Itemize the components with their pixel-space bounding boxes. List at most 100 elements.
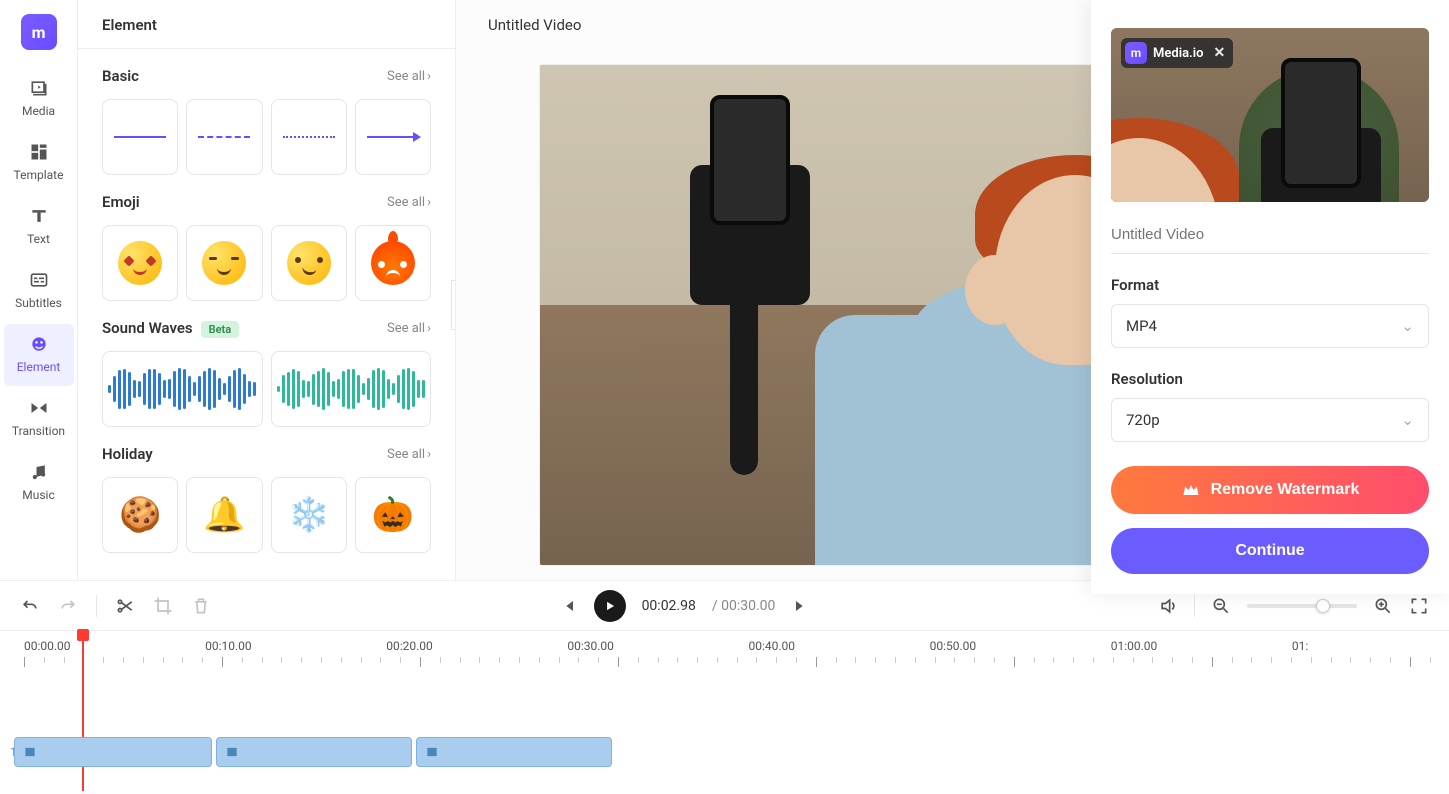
total-duration: 00:30.00 [721, 598, 775, 614]
sidebar-item-template[interactable]: Template [4, 132, 74, 194]
brand-name: Media.io [1153, 46, 1203, 61]
zoom-slider[interactable] [1247, 604, 1357, 608]
line-dashed-icon [198, 136, 250, 138]
resolution-select[interactable]: 720p ⌄ [1111, 398, 1429, 442]
section-sound-waves: Sound Waves Beta See all› [78, 301, 455, 427]
left-sidebar: m Media Template Text Subtitles [0, 0, 78, 580]
timeline-ruler[interactable]: 00:00.0000:10.0000:20.0000:30.0000:40.00… [0, 631, 1449, 667]
element-icon [29, 334, 49, 354]
element-emoji-angry[interactable] [355, 225, 431, 301]
ruler-label: 00:10.00 [181, 639, 362, 653]
template-icon [29, 142, 49, 162]
element-line-arrow[interactable] [355, 99, 431, 175]
sidebar-item-media[interactable]: Media [4, 68, 74, 130]
beta-badge: Beta [201, 321, 240, 338]
remove-watermark-button[interactable]: Remove Watermark [1111, 466, 1429, 514]
fit-button[interactable] [1409, 596, 1429, 616]
brand-logo-icon: m [1125, 42, 1147, 64]
next-frame-button[interactable] [791, 596, 811, 616]
see-all-emoji[interactable]: See all› [387, 195, 431, 210]
element-pumpkin[interactable]: 🎃 [355, 477, 431, 553]
transition-icon [29, 398, 49, 418]
element-gingerbread[interactable]: 🍪 [102, 477, 178, 553]
snowflake-icon: ❄️ [287, 495, 329, 535]
chevron-down-icon: ⌄ [1401, 317, 1414, 335]
watermark-chip: m Media.io ✕ [1121, 38, 1233, 68]
bell-icon: 🔔 [203, 495, 245, 535]
see-all-sound[interactable]: See all› [387, 321, 431, 336]
sidebar-item-text[interactable]: Text [4, 196, 74, 258]
sidebar-label: Template [14, 168, 64, 182]
element-snowflake[interactable]: ❄️ [271, 477, 347, 553]
emoji-angry-icon [371, 241, 415, 285]
export-title-input[interactable] [1111, 216, 1429, 254]
element-line-solid[interactable] [102, 99, 178, 175]
ruler-label: 00:00.00 [0, 639, 181, 653]
element-emoji-love[interactable] [102, 225, 178, 301]
current-time: 00:02.98 [642, 598, 696, 614]
chevron-down-icon: ⌄ [1401, 411, 1414, 429]
delete-button[interactable] [191, 596, 211, 616]
sidebar-item-element[interactable]: Element [4, 324, 74, 386]
image-clip-icon [225, 745, 239, 759]
resolution-label: Resolution [1111, 370, 1429, 388]
text-icon [29, 206, 49, 226]
element-wave-blue[interactable] [102, 351, 263, 427]
prev-frame-button[interactable] [558, 596, 578, 616]
volume-button[interactable] [1158, 596, 1178, 616]
media-icon [29, 78, 49, 98]
element-emoji-smirk[interactable] [186, 225, 262, 301]
chevron-right-icon: › [427, 321, 431, 336]
app-logo[interactable]: m [21, 14, 57, 50]
timeline-clip[interactable] [416, 737, 612, 767]
element-bell[interactable]: 🔔 [186, 477, 262, 553]
line-dotted-icon [283, 136, 335, 138]
element-line-dotted[interactable] [271, 99, 347, 175]
section-title-holiday: Holiday [102, 445, 153, 463]
sidebar-label: Element [17, 360, 61, 374]
elements-panel: Element Basic See all› Emoji See all› [78, 0, 456, 580]
crop-button[interactable] [153, 596, 173, 616]
image-clip-icon [425, 745, 439, 759]
zoom-out-button[interactable] [1211, 596, 1231, 616]
section-emoji: Emoji See all› [78, 175, 455, 301]
ruler-label: 00:50.00 [906, 639, 1087, 653]
format-select[interactable]: MP4 ⌄ [1111, 304, 1429, 348]
element-wave-teal[interactable] [271, 351, 432, 427]
line-solid-icon [114, 136, 166, 138]
ruler-label: 00:20.00 [362, 639, 543, 653]
ruler-label: 00:40.00 [725, 639, 906, 653]
timeline-clip[interactable] [14, 737, 212, 767]
chevron-right-icon: › [427, 447, 431, 462]
sidebar-label: Text [27, 232, 50, 246]
redo-button[interactable] [58, 596, 78, 616]
preview-area: Untitled Video [456, 0, 1449, 580]
split-button[interactable] [115, 596, 135, 616]
see-all-holiday[interactable]: See all› [387, 447, 431, 462]
sidebar-item-music[interactable]: Music [4, 452, 74, 514]
close-watermark-icon[interactable]: ✕ [1213, 45, 1225, 61]
track-row: 1 [24, 737, 1449, 767]
section-title-sound: Sound Waves [102, 319, 193, 337]
line-arrow-icon [367, 136, 419, 138]
timeline-clip[interactable] [216, 737, 412, 767]
export-panel: m Media.io ✕ Format MP4 ⌄ Resolution 720… [1091, 0, 1449, 594]
continue-button[interactable]: Continue [1111, 528, 1429, 574]
sidebar-item-transition[interactable]: Transition [4, 388, 74, 450]
sidebar-item-subtitles[interactable]: Subtitles [4, 260, 74, 322]
chevron-right-icon: › [427, 69, 431, 84]
element-emoji-rolling[interactable] [271, 225, 347, 301]
section-holiday: Holiday See all› 🍪 🔔 ❄️ 🎃 [78, 427, 455, 573]
music-icon [29, 462, 49, 482]
emoji-rolling-icon [287, 241, 331, 285]
play-button[interactable] [594, 590, 626, 622]
chevron-right-icon: › [427, 195, 431, 210]
sound-wave-teal-icon [277, 364, 425, 414]
element-line-dashed[interactable] [186, 99, 262, 175]
undo-button[interactable] [20, 596, 40, 616]
see-all-basic[interactable]: See all› [387, 69, 431, 84]
zoom-in-button[interactable] [1373, 596, 1393, 616]
format-value: MP4 [1126, 317, 1157, 335]
ruler-label: 00:30.00 [543, 639, 724, 653]
section-title-emoji: Emoji [102, 193, 140, 211]
